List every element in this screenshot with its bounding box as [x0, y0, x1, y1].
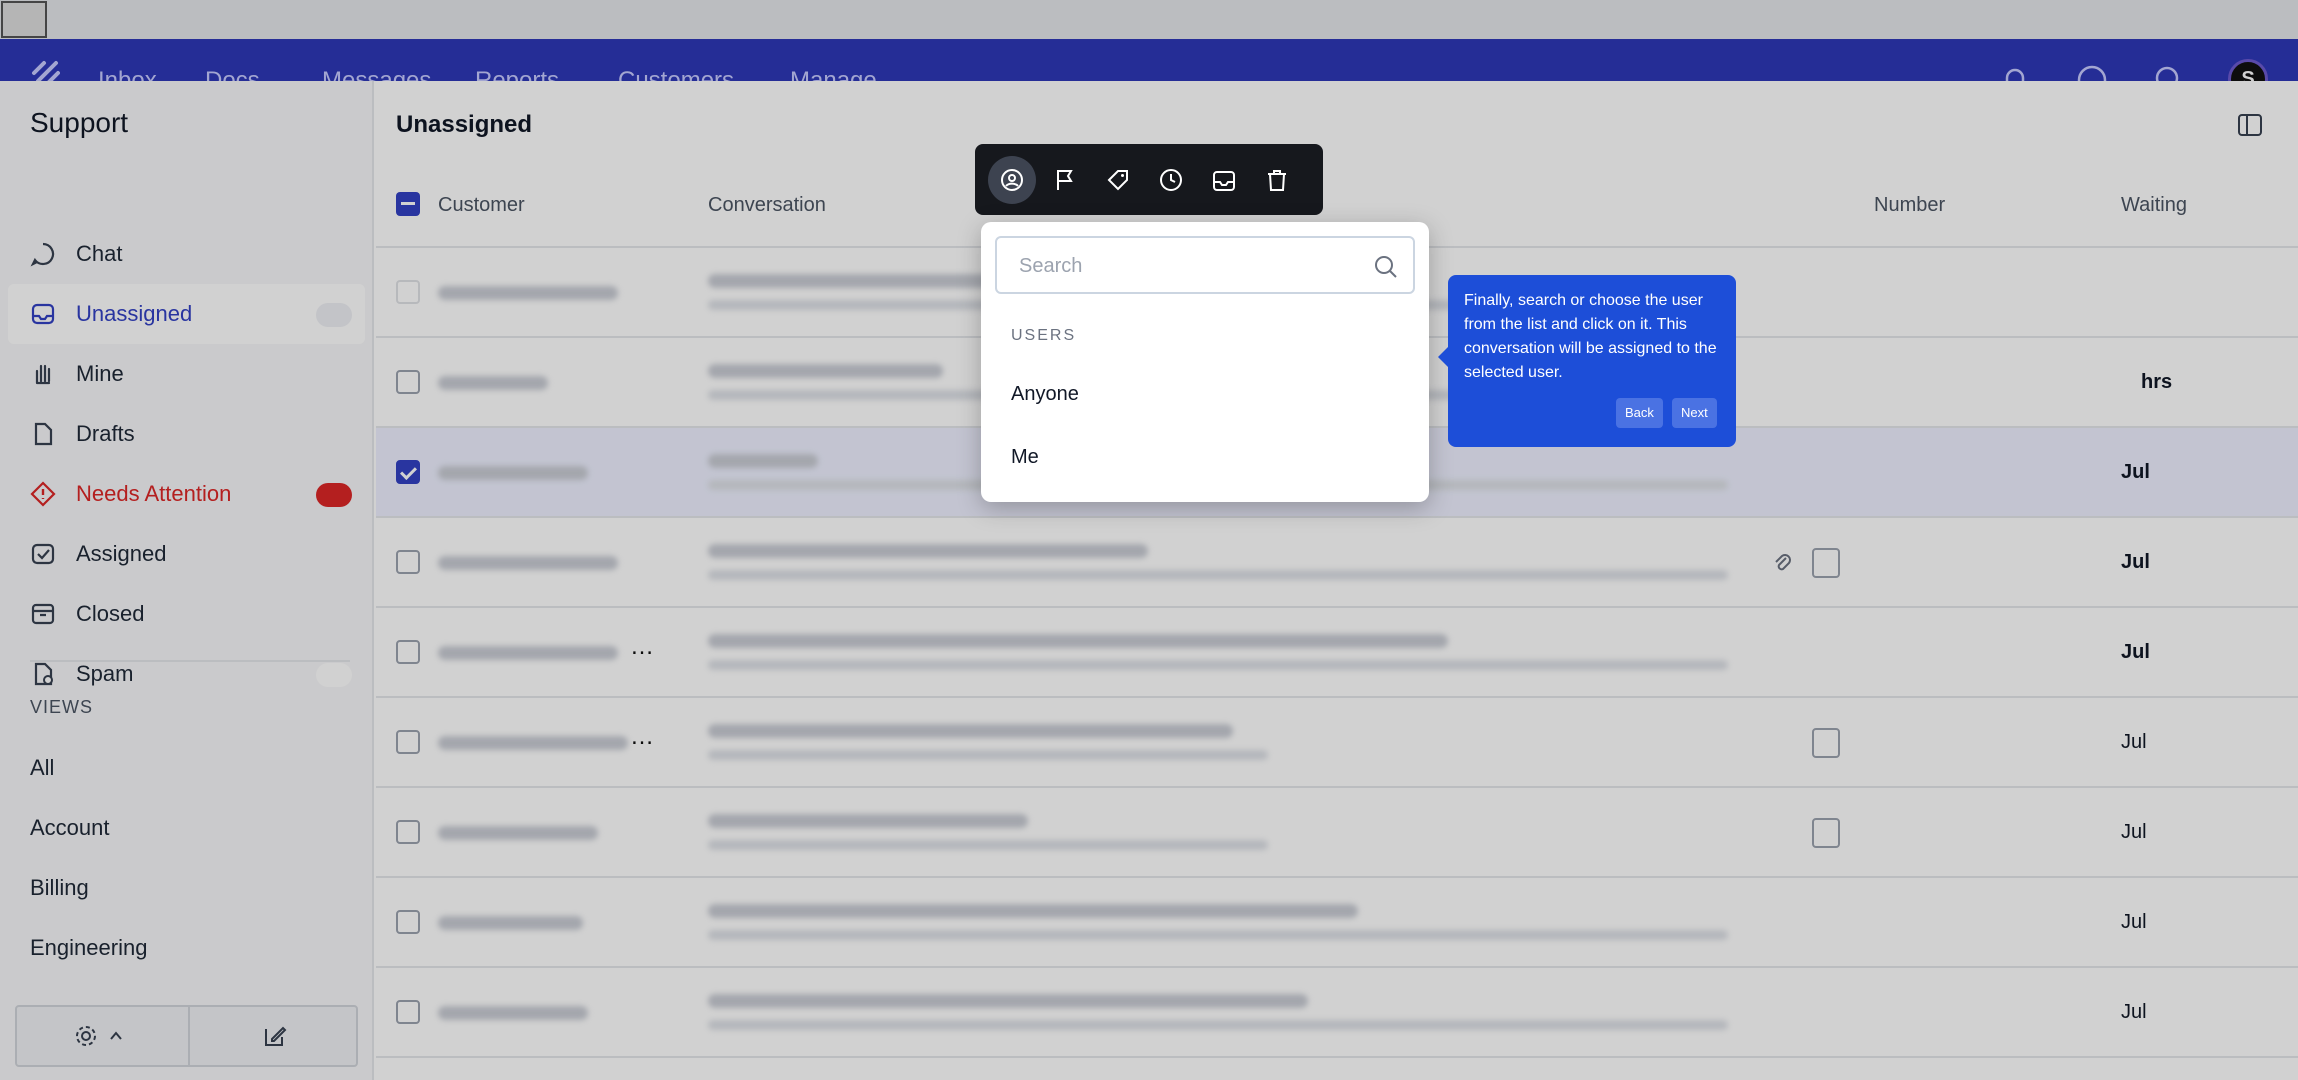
snooze-button[interactable]	[1147, 156, 1195, 204]
tour-tooltip: Finally, search or choose the user from …	[1438, 275, 1736, 447]
assign-dropdown: Search USERS Anyone Me	[981, 222, 1429, 502]
next-button[interactable]: Next	[1672, 398, 1717, 428]
delete-button[interactable]	[1253, 156, 1301, 204]
move-inbox-icon	[1213, 171, 1235, 191]
option-anyone[interactable]: Anyone	[1011, 383, 1079, 406]
assign-icon	[1001, 169, 1023, 191]
tooltip-text: Finally, search or choose the user from …	[1464, 292, 1717, 381]
back-button[interactable]: Back	[1616, 398, 1663, 428]
clock-icon	[1160, 169, 1182, 191]
move-button[interactable]	[1200, 156, 1248, 204]
option-me[interactable]: Me	[1011, 446, 1039, 469]
assign-button[interactable]	[988, 156, 1036, 204]
tag-icon	[1107, 170, 1128, 191]
search-placeholder: Search	[1019, 255, 1083, 277]
flag-icon	[1057, 170, 1073, 190]
search-icon	[1375, 256, 1397, 278]
users-heading: USERS	[1011, 327, 1077, 344]
trash-icon	[1268, 170, 1286, 191]
user-search-input[interactable]: Search	[995, 236, 1415, 294]
flag-button[interactable]	[1041, 156, 1089, 204]
tag-button[interactable]	[1094, 156, 1142, 204]
bulk-action-toolbar	[975, 144, 1323, 215]
